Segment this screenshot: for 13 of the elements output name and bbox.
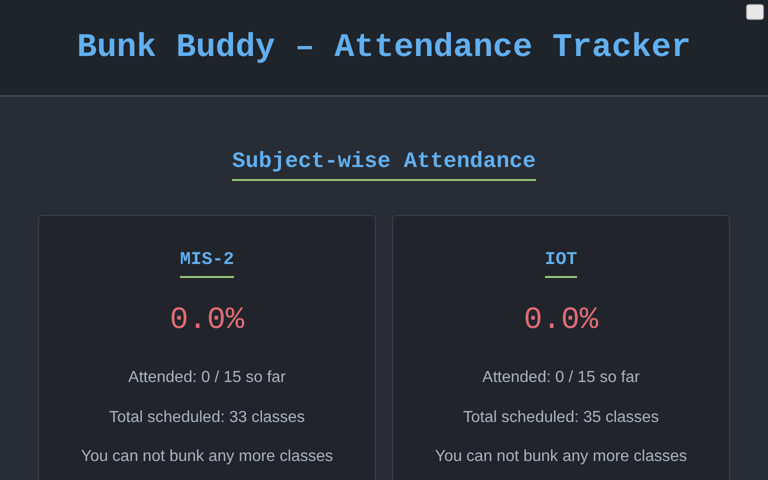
attendance-percentage: 0.0% bbox=[524, 302, 598, 338]
total-scheduled: Total scheduled: 35 classes bbox=[463, 408, 659, 426]
bunk-message: You can not bunk any more classes bbox=[434, 448, 687, 465]
attended-count: Attended: 0 / 15 so far bbox=[128, 369, 286, 386]
toggle-button[interactable] bbox=[746, 4, 764, 20]
attended-count: Attended: 0 / 15 so far bbox=[482, 369, 640, 386]
section-title: Subject-wise Attendance bbox=[232, 149, 536, 182]
attendance-percentage: 0.0% bbox=[170, 302, 244, 338]
app-title: Bunk Buddy – Attendance Tracker bbox=[77, 28, 691, 68]
total-scheduled: Total scheduled: 33 classes bbox=[109, 408, 305, 426]
bunk-message: You can not bunk any more classes bbox=[80, 448, 333, 465]
subject-name: MIS-2 bbox=[180, 250, 234, 278]
subject-name: IOT bbox=[544, 250, 578, 278]
